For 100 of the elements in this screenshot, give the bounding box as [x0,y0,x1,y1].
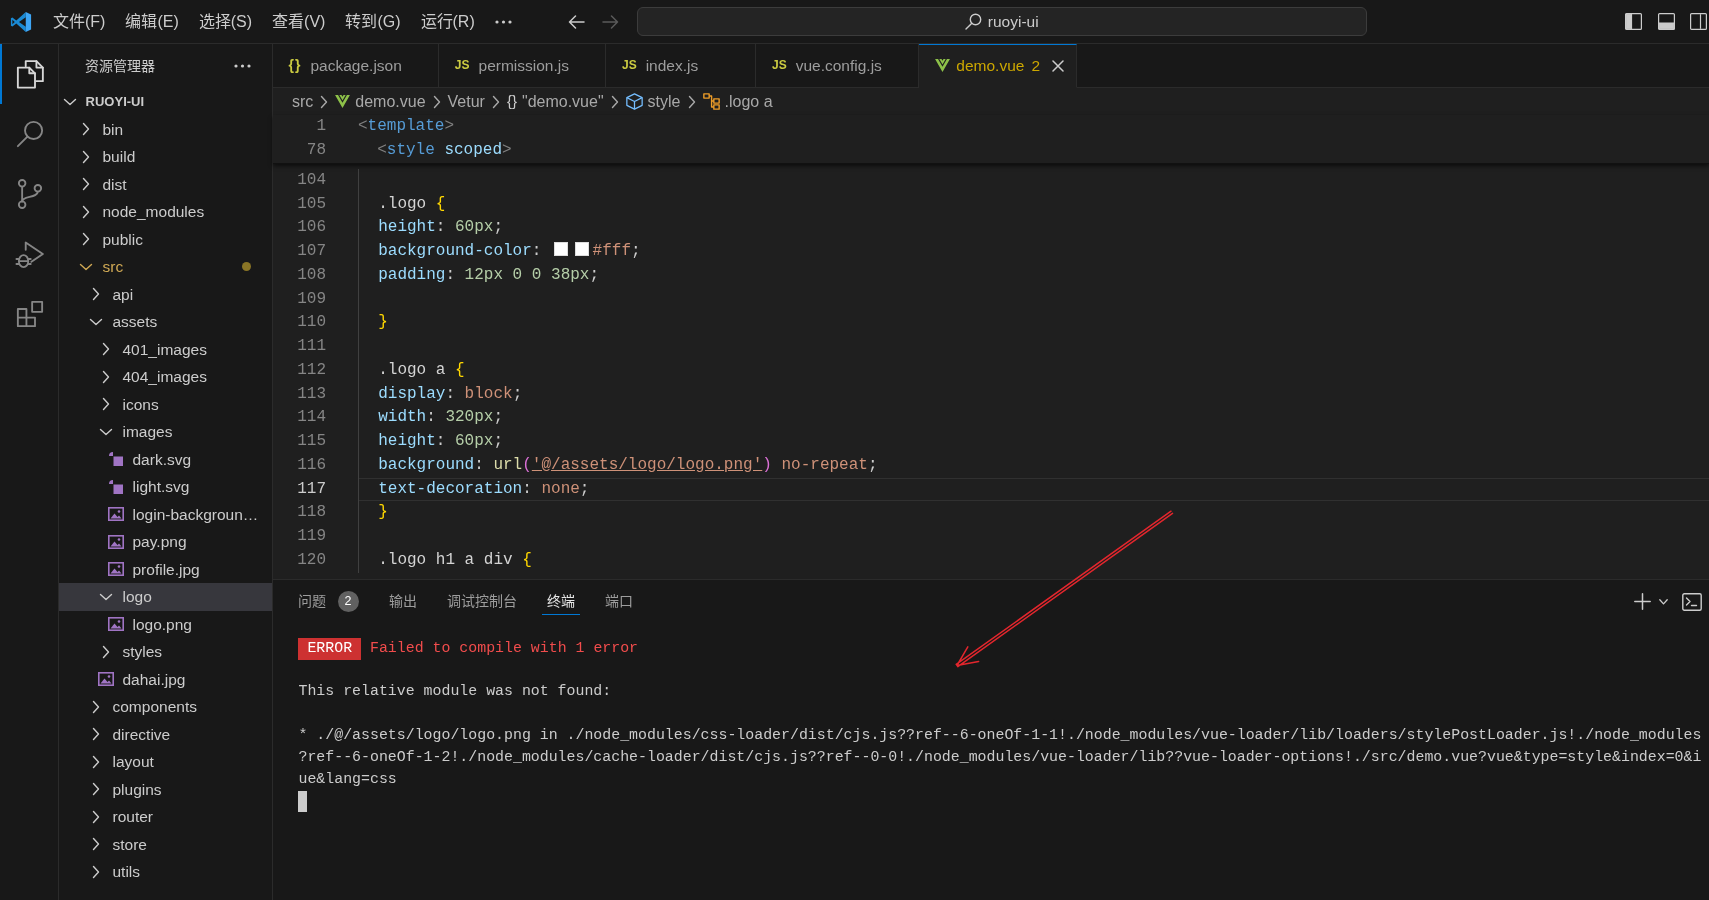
more-icon[interactable] [233,64,251,68]
code-line: } [378,313,388,332]
right-pane-layout-icon[interactable] [1690,13,1707,30]
folder-item[interactable]: components [59,693,272,721]
source-control-icon[interactable] [15,179,45,209]
folder-item[interactable]: 401_images [59,335,272,363]
search-icon [964,13,982,30]
code-line: padding: 12px 0 0 38px; [378,265,600,284]
folder-item[interactable]: public [59,225,272,253]
run-debug-icon[interactable] [15,239,45,269]
line-number: 78 [306,141,326,159]
file-item[interactable]: dark.svg [59,445,272,473]
json-file-icon: {} [288,54,302,76]
panel-tab[interactable]: 终端 [541,588,580,616]
line-number: 115 [297,432,326,450]
menu-item[interactable]: 选择(S) [190,7,261,36]
folder-item[interactable]: directive [59,720,272,748]
code-line: width: 320px; [378,408,504,427]
editor-tab[interactable]: JS vue.config.js [756,44,919,88]
line-number: 116 [297,455,326,474]
file-item[interactable]: login-backgroun… [59,500,272,528]
code-line: .logo { [378,194,446,213]
folder-item[interactable]: dist [59,170,272,198]
image-file-icon [108,616,124,633]
code-line: text-decoration: none; [378,479,590,498]
terminal-icon[interactable] [1682,592,1702,611]
editor-logo-icon [10,10,32,33]
code-line: height: 60px; [378,218,503,237]
breadcrumb-item[interactable]: .logo a [702,89,773,114]
folder-item[interactable]: images [59,418,272,446]
file-item[interactable]: pay.png [59,528,272,556]
code-line: display: block; [378,384,523,403]
folder-item[interactable]: utils [59,858,272,886]
file-item[interactable]: logo.png [59,610,272,638]
search-icon[interactable] [15,119,45,149]
code-line: height: 60px; [378,432,503,450]
back-arrow-icon[interactable] [567,14,585,29]
panel-tab[interactable]: 调试控制台 [441,588,522,616]
folder-item[interactable]: api [59,280,272,308]
bottom-pane-layout-icon[interactable] [1657,13,1675,30]
terminal-cursor [298,790,307,812]
folder-item[interactable]: icons [59,390,272,418]
vue-icon [335,95,351,108]
chevron-right-icon [491,94,500,109]
folder-item[interactable]: store [59,830,272,858]
chevron-down-icon[interactable] [1659,598,1668,605]
project-folder-header[interactable]: RUOYI-UI [59,88,272,116]
file-item[interactable]: profile.jpg [59,555,272,583]
folder-item[interactable]: router [59,803,272,831]
editor-tab[interactable]: JS permission.js [438,44,606,88]
menu-item[interactable]: 查看(V) [264,7,334,36]
folder-item[interactable]: node_modules [59,198,272,226]
folder-item[interactable]: layout [59,748,272,776]
folder-item[interactable]: logo [59,583,272,611]
extensions-icon[interactable] [15,299,45,329]
more-icon[interactable] [494,19,512,24]
terminal-text: ue&lang=css [298,770,397,787]
problem-count-badge: 2 [337,590,359,612]
editor-tab[interactable]: demo.vue 2 [918,44,1078,88]
folder-item[interactable]: src [59,253,272,281]
line-number: 106 [297,218,326,237]
image-file-icon [108,561,124,578]
left-pane-layout-icon[interactable] [1625,13,1642,30]
line-number: 105 [297,194,326,213]
folder-item[interactable]: plugins [59,775,272,803]
files-icon[interactable] [15,59,45,89]
breadcrumb-item[interactable]: style [625,89,681,114]
panel-tab[interactable]: 输出 [383,588,422,616]
menu-item[interactable]: 文件(F) [45,7,114,36]
menu-item[interactable]: 转到(G) [337,7,409,36]
vue-icon [934,59,950,73]
breadcrumb-item[interactable]: Vetur [447,89,485,114]
panel-tab[interactable]: 问题 2 [292,587,364,616]
plus-icon[interactable] [1634,593,1651,611]
close-icon[interactable] [1052,59,1065,72]
folder-item[interactable]: 404_images [59,363,272,391]
breadcrumb-item[interactable]: demo.vue [335,89,426,114]
folder-item[interactable]: styles [59,638,272,666]
code-line: .logo h1 a div { [378,550,532,569]
file-item[interactable]: light.svg [59,473,272,501]
editor-tab[interactable]: JS index.js [606,44,756,88]
menu-item[interactable]: 运行(R) [412,7,483,36]
menu-item[interactable]: 编辑(E) [117,7,187,36]
editor-tab[interactable]: {} package.json [272,44,439,88]
chevron-right-icon [320,94,329,109]
file-item[interactable]: dahai.jpg [59,665,272,693]
command-center-search[interactable]: ruoyi-ui [636,7,1367,36]
line-number: 107 [297,242,326,260]
breadcrumb-item[interactable]: {} "demo.vue" [506,89,604,114]
folder-item[interactable]: assets [59,308,272,336]
line-number: 104 [297,170,326,189]
line-number: 113 [297,384,326,403]
code-text: #fff; [592,242,641,260]
line-number: 1 [316,117,326,136]
folder-item[interactable]: build [59,143,272,171]
line-number: 114 [297,408,326,427]
line-number: 109 [297,289,326,308]
breadcrumb-item[interactable]: src [292,89,314,114]
panel-tab[interactable]: 端口 [599,588,638,616]
folder-item[interactable]: bin [59,115,272,143]
